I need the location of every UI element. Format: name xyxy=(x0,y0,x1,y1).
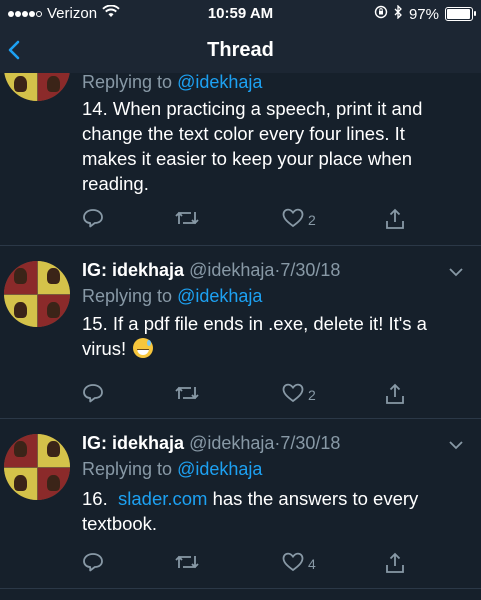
mention-link[interactable]: @idekhaja xyxy=(177,286,262,306)
replying-to: Replying to @idekhaja xyxy=(82,459,263,479)
tweet-text: 15. If a pdf file ends in .exe, delete i… xyxy=(82,313,427,359)
tweet-text: 16. slader.com has the answers to every … xyxy=(82,488,419,534)
tweet-actions: 2 xyxy=(82,383,412,409)
tweet-date: 7/30/18 xyxy=(280,260,341,280)
like-count: 2 xyxy=(308,211,316,228)
more-options-button[interactable] xyxy=(447,438,465,450)
grinning-sweat-emoji-icon xyxy=(133,338,154,358)
like-count: 2 xyxy=(308,386,316,403)
external-link[interactable]: slader.com xyxy=(118,488,207,509)
replying-to: Replying to @idekhaja xyxy=(82,73,263,92)
heart-icon xyxy=(282,552,304,575)
chevron-down-icon xyxy=(447,265,465,282)
retweet-button[interactable] xyxy=(174,552,200,575)
share-button[interactable] xyxy=(384,552,406,577)
reply-button[interactable] xyxy=(82,208,104,231)
battery-percent: 97% xyxy=(408,5,439,23)
reply-button[interactable] xyxy=(82,383,104,406)
chevron-down-icon xyxy=(447,438,465,455)
handle[interactable]: @idekhaja xyxy=(189,260,274,280)
tweet-header: IG: idekhaja @idekhaja·7/30/18 xyxy=(82,260,340,281)
heart-icon xyxy=(282,383,304,406)
reply-icon xyxy=(82,552,104,575)
like-button[interactable]: 2 xyxy=(282,208,316,231)
nav-bar: Thread xyxy=(0,28,481,73)
reply-icon xyxy=(82,208,104,231)
avatar[interactable] xyxy=(4,73,70,101)
page-title: Thread xyxy=(207,39,274,61)
tweet-15[interactable]: IG: idekhaja @idekhaja·7/30/18 Replying … xyxy=(0,245,481,419)
tweet-14[interactable]: Replying to @idekhaja 14. When practicin… xyxy=(0,73,481,246)
tweet-actions: 2 xyxy=(82,208,412,234)
tweet-16[interactable]: IG: idekhaja @idekhaja·7/30/18 Replying … xyxy=(0,418,481,589)
tweet-text: 14. When practicing a speech, print it a… xyxy=(82,98,423,194)
bluetooth-icon xyxy=(394,4,403,23)
reply-icon xyxy=(82,383,104,406)
tweet-header: IG: idekhaja @idekhaja·7/30/18 xyxy=(82,433,340,454)
tweet-actions: 4 xyxy=(82,552,412,578)
handle[interactable]: @idekhaja xyxy=(189,433,274,453)
display-name[interactable]: IG: idekhaja xyxy=(82,433,184,453)
more-options-button[interactable] xyxy=(447,265,465,277)
replying-to: Replying to @idekhaja xyxy=(82,286,263,306)
tweet-date: 7/30/18 xyxy=(280,433,341,453)
share-icon xyxy=(384,208,406,233)
like-button[interactable]: 4 xyxy=(282,552,316,575)
status-icons: 97% xyxy=(374,4,476,23)
share-button[interactable] xyxy=(384,383,406,408)
retweet-icon xyxy=(174,552,200,575)
like-button[interactable]: 2 xyxy=(282,383,316,406)
thread-feed[interactable]: Replying to @idekhaja 14. When practicin… xyxy=(0,73,481,600)
retweet-button[interactable] xyxy=(174,208,200,231)
orientation-lock-icon xyxy=(374,5,388,23)
retweet-icon xyxy=(174,383,200,406)
battery-fill xyxy=(447,9,471,19)
reply-button[interactable] xyxy=(82,552,104,575)
avatar[interactable] xyxy=(4,261,70,327)
mention-link[interactable]: @idekhaja xyxy=(177,459,262,479)
share-icon xyxy=(384,552,406,577)
status-bar: Verizon 10:59 AM 97% xyxy=(0,0,481,28)
battery-icon xyxy=(445,7,476,21)
display-name[interactable]: IG: idekhaja xyxy=(82,260,184,280)
share-button[interactable] xyxy=(384,208,406,233)
avatar[interactable] xyxy=(4,434,70,500)
retweet-icon xyxy=(174,208,200,231)
retweet-button[interactable] xyxy=(174,383,200,406)
heart-icon xyxy=(282,208,304,231)
mention-link[interactable]: @idekhaja xyxy=(177,73,262,92)
like-count: 4 xyxy=(308,555,316,572)
share-icon xyxy=(384,383,406,408)
